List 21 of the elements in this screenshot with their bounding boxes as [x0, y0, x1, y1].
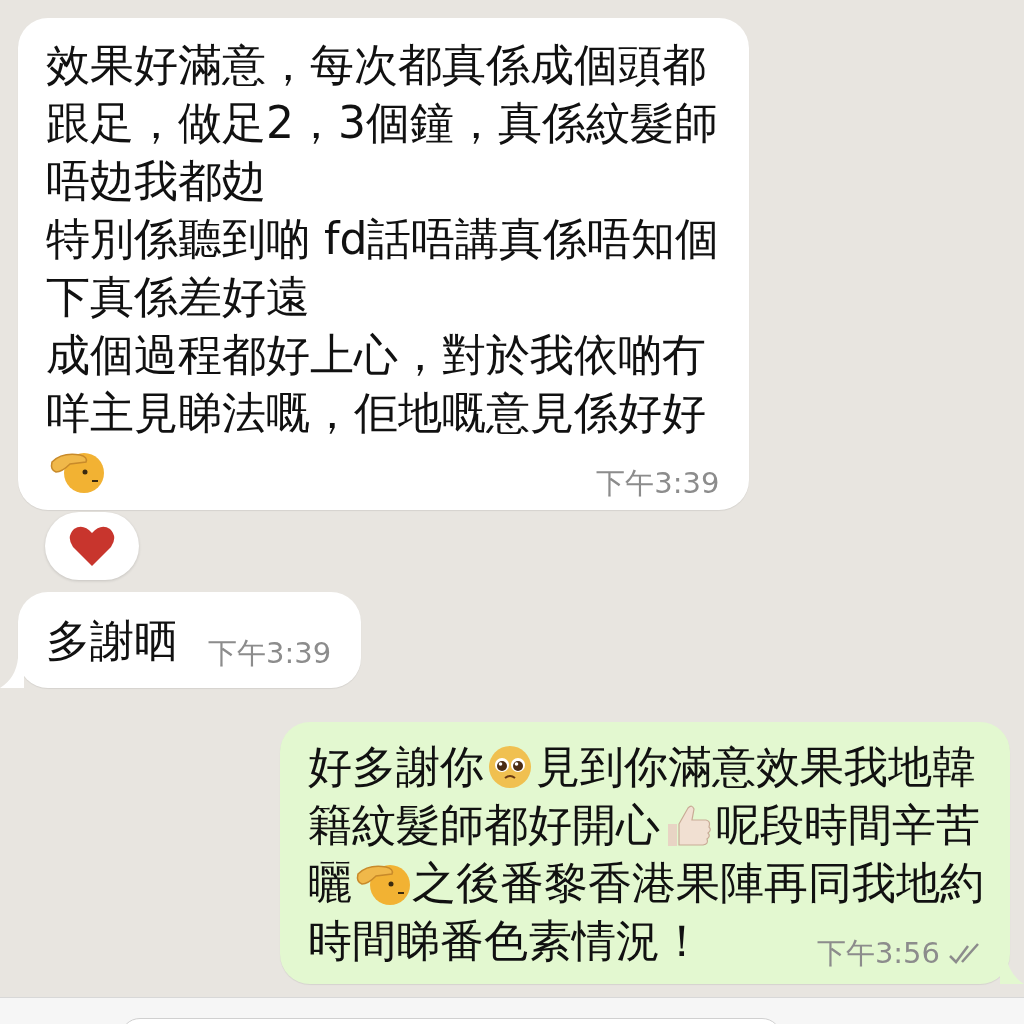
message-text: 見到你滿意效果我地韓 [536, 740, 976, 794]
message-text: 呢段時間辛苦 [716, 798, 980, 852]
message-text: 咩主見睇法嘅，佢地嘅意見係好好 [46, 386, 706, 440]
reaction-pill[interactable] [45, 512, 139, 580]
message-text: 時間睇番色素情況！ [308, 914, 704, 968]
message-text: 特別係聽到啲 fd話唔講真係唔知個 [46, 212, 720, 266]
message-text: 唔攰我都攰 [46, 154, 266, 208]
pleading-face-icon [486, 743, 534, 791]
message-text: 多謝晒 [46, 614, 178, 668]
message-time: 下午3:56 [816, 935, 940, 972]
message-text: 成個過程都好上心，對於我依啲冇 [46, 328, 706, 382]
message-text: 之後番黎香港果陣再同我地約 [412, 856, 984, 910]
message-text: 曬 [308, 856, 352, 910]
message-text: 籍紋髮師都好開心 [308, 798, 660, 852]
message-time: 下午3:39 [596, 465, 720, 502]
message-text: 下真係差好遠 [46, 270, 310, 324]
heart-icon [68, 524, 116, 568]
message-text: 效果好滿意，每次都真係成個頭都 [46, 38, 706, 92]
message-time: 下午3:39 [208, 635, 332, 672]
message-text: 跟足，做足2，3個鐘，真係紋髮師 [46, 96, 718, 150]
message-text: 好多謝你 [308, 740, 484, 794]
